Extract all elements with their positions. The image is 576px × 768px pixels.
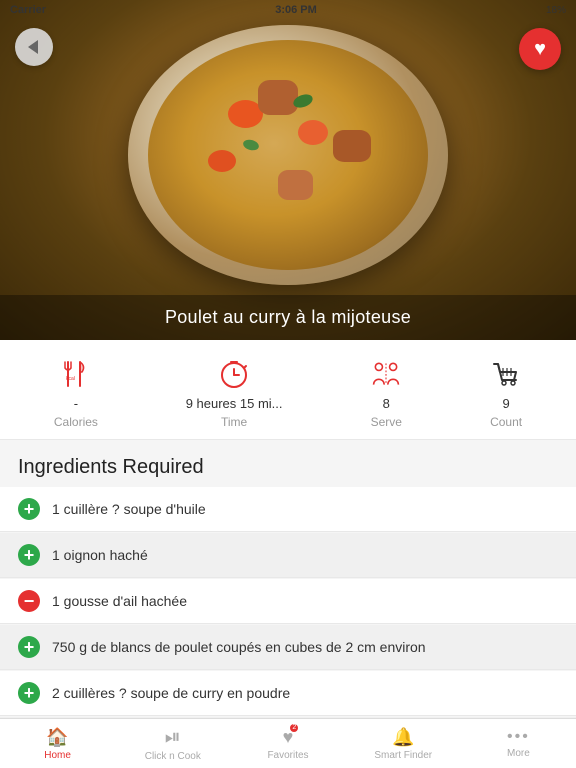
calories-label: Calories — [54, 415, 98, 429]
calories-value: - — [74, 396, 78, 411]
tab-home[interactable]: 🏠 Home — [0, 727, 115, 761]
calories-icon: kcal — [60, 356, 92, 392]
minus-icon: − — [18, 590, 40, 612]
more-tab-icon: ••• — [507, 728, 530, 746]
more-tab-label: More — [507, 748, 530, 759]
tab-favorites[interactable]: ♥ 2 Favorites — [230, 727, 345, 761]
tab-smartfinder[interactable]: 🔔 Smart Finder — [346, 727, 461, 761]
stat-serve: 8 Serve — [370, 356, 402, 429]
battery-text: 18% — [546, 5, 566, 16]
ingredient-text: 750 g de blancs de poulet coupés en cube… — [52, 639, 426, 655]
ingredient-item: +1 cuillère ? soupe d'huile — [0, 487, 576, 532]
ingredients-header: Ingredients Required — [0, 440, 576, 487]
recipe-title: Poulet au curry à la mijoteuse — [165, 307, 411, 327]
tab-bar: 🏠 Home ⏯ Click n Cook ♥ 2 Favorites 🔔 Sm… — [0, 718, 576, 768]
plus-icon: + — [18, 544, 40, 566]
clickncook-tab-label: Click n Cook — [145, 751, 201, 762]
count-label: Count — [490, 415, 522, 429]
smartfinder-tab-label: Smart Finder — [374, 750, 432, 761]
ingredient-text: 2 cuillères ? soupe de curry en poudre — [52, 685, 290, 701]
plus-icon: + — [18, 636, 40, 658]
ingredient-item: +1 oignon haché — [0, 533, 576, 578]
favorite-button[interactable]: ♥ — [519, 28, 561, 70]
clickncook-tab-icon: ⏯ — [165, 726, 181, 749]
favorites-badge-container: ♥ 2 — [283, 727, 294, 748]
status-bar: Carrier 3:06 PM 18% — [0, 0, 576, 20]
stat-calories: kcal - Calories — [54, 356, 98, 429]
count-value: 9 — [502, 396, 509, 411]
people-icon — [370, 356, 402, 392]
time-text: 3:06 PM — [275, 4, 317, 16]
dish-image — [128, 25, 448, 285]
ingredient-item: +750 g de blancs de poulet coupés en cub… — [0, 625, 576, 670]
carrier-text: Carrier — [10, 4, 46, 16]
recipe-title-overlay: Poulet au curry à la mijoteuse — [0, 295, 576, 340]
time-label: Time — [221, 415, 247, 429]
tab-more[interactable]: ••• More — [461, 728, 576, 759]
ingredient-item: −1 gousse d'ail hachée — [0, 579, 576, 624]
time-value: 9 heures 15 mi... — [186, 396, 283, 411]
svg-text:kcal: kcal — [66, 376, 75, 382]
plus-icon: + — [18, 498, 40, 520]
heart-icon: ♥ — [534, 39, 546, 59]
stat-count: 9 Count — [490, 356, 522, 429]
back-arrow-icon — [28, 40, 38, 54]
home-tab-icon: 🏠 — [46, 727, 68, 748]
back-button[interactable] — [15, 28, 53, 66]
smartfinder-tab-icon: 🔔 — [392, 727, 414, 748]
clock-icon — [218, 356, 250, 392]
plus-icon: + — [18, 682, 40, 704]
ingredient-item: +2 cuillères ? soupe de curry en poudre — [0, 671, 576, 716]
hero-background — [0, 0, 576, 340]
ingredient-text: 1 gousse d'ail hachée — [52, 593, 187, 609]
ingredients-section: Ingredients Required +1 cuillère ? soupe… — [0, 440, 576, 728]
ingredient-text: 1 cuillère ? soupe d'huile — [52, 501, 206, 517]
ingredient-text: 1 oignon haché — [52, 547, 148, 563]
serve-label: Serve — [371, 415, 402, 429]
serve-value: 8 — [383, 396, 390, 411]
hero-section: ♥ Poulet au curry à la mijoteuse — [0, 0, 576, 340]
cart-icon — [490, 356, 522, 392]
favorites-tab-label: Favorites — [267, 750, 308, 761]
favorites-badge: 2 — [290, 724, 298, 732]
home-tab-label: Home — [44, 750, 71, 761]
ingredients-list: +1 cuillère ? soupe d'huile+1 oignon hac… — [0, 487, 576, 728]
stats-section: kcal - Calories 9 heures 15 mi... Time — [0, 340, 576, 440]
tab-clickncook[interactable]: ⏯ Click n Cook — [115, 726, 230, 762]
stat-time: 9 heures 15 mi... Time — [186, 356, 283, 429]
